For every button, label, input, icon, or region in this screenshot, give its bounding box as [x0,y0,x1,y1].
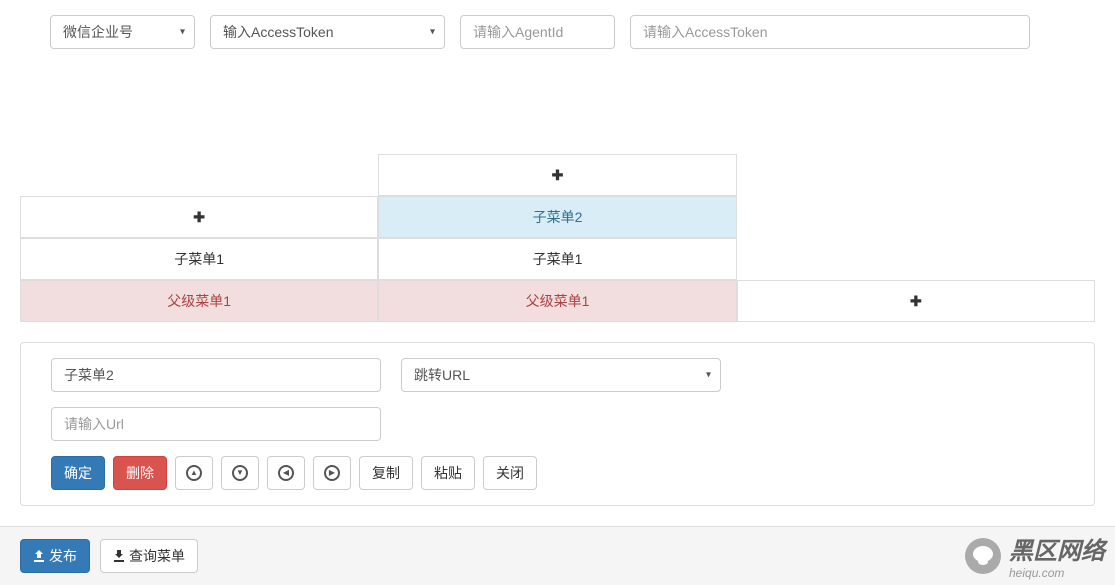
empty-cell [737,154,1095,196]
platform-select[interactable]: 微信企业号 [50,15,195,49]
chevron-left-icon: ◀ [278,465,294,481]
paste-button[interactable]: 粘贴 [421,456,475,490]
move-right-button[interactable]: ▶ [313,456,351,490]
parent-menu-2[interactable]: 父级菜单1 [378,280,736,322]
copy-button[interactable]: 复制 [359,456,413,490]
chevron-right-icon: ▶ [324,465,340,481]
empty-cell [737,196,1095,238]
watermark-text-en: heiqu.com [1009,566,1105,580]
query-label: 查询菜单 [129,546,185,566]
upload-icon [33,550,45,562]
close-button[interactable]: 关闭 [483,456,537,490]
query-menu-button[interactable]: 查询菜单 [100,539,198,573]
submenu-item-2-1[interactable]: 子菜单1 [378,238,736,280]
confirm-button[interactable]: 确定 [51,456,105,490]
url-input[interactable] [51,407,381,441]
watermark-text-cn: 黑区网络 [1009,531,1105,566]
publish-button[interactable]: 发布 [20,539,90,573]
download-icon [113,550,125,562]
empty-cell [20,154,378,196]
agent-id-input[interactable] [460,15,615,49]
add-parent-menu[interactable]: ✚ [737,280,1095,322]
access-token-input[interactable] [630,15,1030,49]
move-down-button[interactable]: ▼ [221,456,259,490]
token-mode-select[interactable]: 输入AccessToken [210,15,445,49]
watermark-icon [965,538,1001,574]
move-left-button[interactable]: ◀ [267,456,305,490]
add-submenu-col2[interactable]: ✚ [378,154,736,196]
chevron-up-icon: ▲ [186,465,202,481]
move-up-button[interactable]: ▲ [175,456,213,490]
menu-type-select[interactable]: 跳转URL [401,358,721,392]
watermark: 黑区网络 heiqu.com [965,531,1105,580]
menu-name-input[interactable] [51,358,381,392]
chevron-down-icon: ▼ [232,465,248,481]
add-submenu-col1[interactable]: ✚ [20,196,378,238]
submenu-item-1-1[interactable]: 子菜单1 [20,238,378,280]
delete-button[interactable]: 删除 [113,456,167,490]
empty-cell [737,238,1095,280]
publish-label: 发布 [49,546,77,566]
parent-menu-1[interactable]: 父级菜单1 [20,280,378,322]
submenu-item-2-2[interactable]: 子菜单2 [378,196,736,238]
